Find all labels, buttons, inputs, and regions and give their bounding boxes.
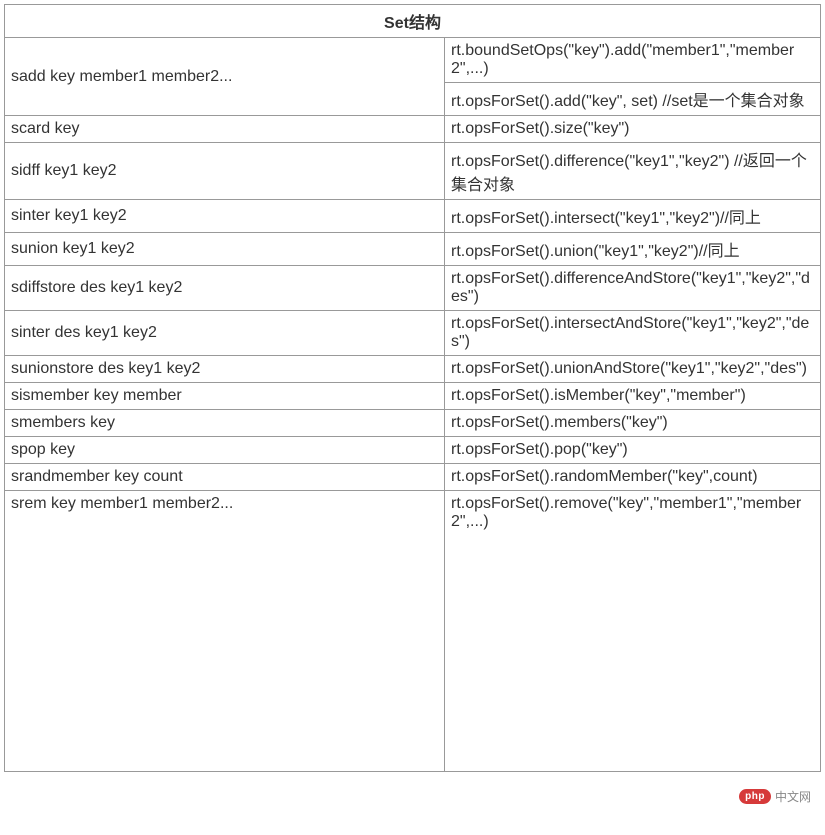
table-cell-command: sidff key1 key2 [5,143,445,200]
watermark: php 中文网 [739,788,811,805]
table-cell-command: scard key [5,116,445,143]
table-cell-code: rt.opsForSet().unionAndStore("key1","key… [445,356,821,383]
watermark-text: 中文网 [775,788,811,805]
table-cell-command: smembers key [5,410,445,437]
table-cell-command: sismember key member [5,383,445,410]
table-header: Set结构 [5,5,821,38]
table-row: sadd key member1 member2...rt.boundSetOp… [5,38,821,83]
table-row: sidff key1 key2rt.opsForSet().difference… [5,143,821,200]
table-row: srem key member1 member2...rt.opsForSet(… [5,491,821,772]
table-row: spop keyrt.opsForSet().pop("key") [5,437,821,464]
table-cell-code: rt.opsForSet().isMember("key","member") [445,383,821,410]
table-cell-code: rt.opsForSet().remove("key","member1","m… [445,491,821,772]
table-row: srandmember key countrt.opsForSet().rand… [5,464,821,491]
table-cell-code: rt.opsForSet().difference("key1","key2")… [445,143,821,200]
table-row: sunion key1 key2rt.opsForSet().union("ke… [5,233,821,266]
table-row: sinter des key1 key2rt.opsForSet().inter… [5,311,821,356]
table-row: smembers keyrt.opsForSet().members("key"… [5,410,821,437]
table-cell-command: sinter des key1 key2 [5,311,445,356]
table-body: Set结构sadd key member1 member2...rt.bound… [5,5,821,772]
table-cell-command: sinter key1 key2 [5,200,445,233]
table-cell-code: rt.opsForSet().members("key") [445,410,821,437]
table-cell-code: rt.opsForSet().union("key1","key2")//同上 [445,233,821,266]
table-cell-command: sadd key member1 member2... [5,38,445,116]
set-structure-table: Set结构sadd key member1 member2...rt.bound… [4,4,821,772]
table-cell-command: sunionstore des key1 key2 [5,356,445,383]
table-row: sismember key memberrt.opsForSet().isMem… [5,383,821,410]
table-cell-command: sunion key1 key2 [5,233,445,266]
table-cell-command: spop key [5,437,445,464]
table-cell-code: rt.boundSetOps("key").add("member1","mem… [445,38,821,83]
table-cell-code: rt.opsForSet().add("key", set) //set是一个集… [445,83,821,116]
table-cell-code: rt.opsForSet().size("key") [445,116,821,143]
table-cell-code: rt.opsForSet().intersect("key1","key2")/… [445,200,821,233]
table-cell-command: srem key member1 member2... [5,491,445,772]
watermark-badge: php [739,789,771,804]
table-cell-code: rt.opsForSet().differenceAndStore("key1"… [445,266,821,311]
table-cell-command: sdiffstore des key1 key2 [5,266,445,311]
table-cell-command: srandmember key count [5,464,445,491]
table-row: sinter key1 key2rt.opsForSet().intersect… [5,200,821,233]
table-cell-code: rt.opsForSet().intersectAndStore("key1",… [445,311,821,356]
table-row: scard keyrt.opsForSet().size("key") [5,116,821,143]
table-cell-code: rt.opsForSet().pop("key") [445,437,821,464]
table-row: sunionstore des key1 key2rt.opsForSet().… [5,356,821,383]
table-row: sdiffstore des key1 key2rt.opsForSet().d… [5,266,821,311]
table-cell-code: rt.opsForSet().randomMember("key",count) [445,464,821,491]
